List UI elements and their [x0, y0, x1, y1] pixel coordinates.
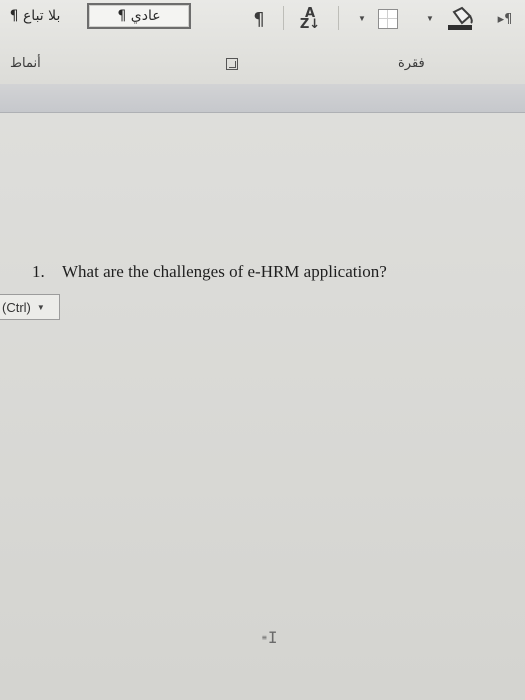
- borders-icon[interactable]: [378, 9, 398, 29]
- chevron-down-icon: ▼: [36, 302, 45, 312]
- i-beam-cursor-icon: I: [267, 628, 278, 647]
- ruler-bar: [0, 84, 525, 113]
- ribbon: ¶ بلا تباع ¶ عادي ¶ A Z↓ ▼ ▼ ▸¶ أنماط فق…: [0, 0, 525, 85]
- list-number: 1.: [32, 262, 45, 281]
- sort-button[interactable]: A Z↓: [296, 7, 324, 32]
- separator: [338, 6, 339, 30]
- left-to-right-button[interactable]: ▸¶: [490, 8, 520, 30]
- chevron-down-icon[interactable]: ▼: [426, 14, 434, 23]
- question-line: 1. What are the challenges of e-HRM appli…: [32, 262, 387, 282]
- paste-options-label: (Ctrl): [2, 299, 31, 315]
- show-formatting-marks-button[interactable]: ¶: [248, 8, 270, 30]
- sort-icon-bottom: Z↓: [299, 17, 321, 32]
- align-lines-icon: ≡: [262, 633, 267, 642]
- document-page[interactable]: [0, 113, 525, 700]
- separator: [283, 6, 284, 30]
- text-cursor: ≡ I: [262, 628, 277, 647]
- paragraph-dialog-launcher-icon[interactable]: [226, 58, 238, 70]
- style-normal[interactable]: ¶ عادي: [87, 3, 191, 29]
- paste-options-button[interactable]: (Ctrl) ▼: [0, 294, 60, 320]
- shading-icon[interactable]: [445, 6, 475, 32]
- paragraph-group-label: فقرة: [398, 56, 425, 71]
- styles-group-label: أنماط: [10, 56, 41, 71]
- question-text: What are the challenges of e-HRM applica…: [62, 262, 387, 281]
- chevron-down-icon[interactable]: ▼: [358, 14, 366, 23]
- style-no-spacing[interactable]: ¶ بلا تباع: [0, 3, 80, 29]
